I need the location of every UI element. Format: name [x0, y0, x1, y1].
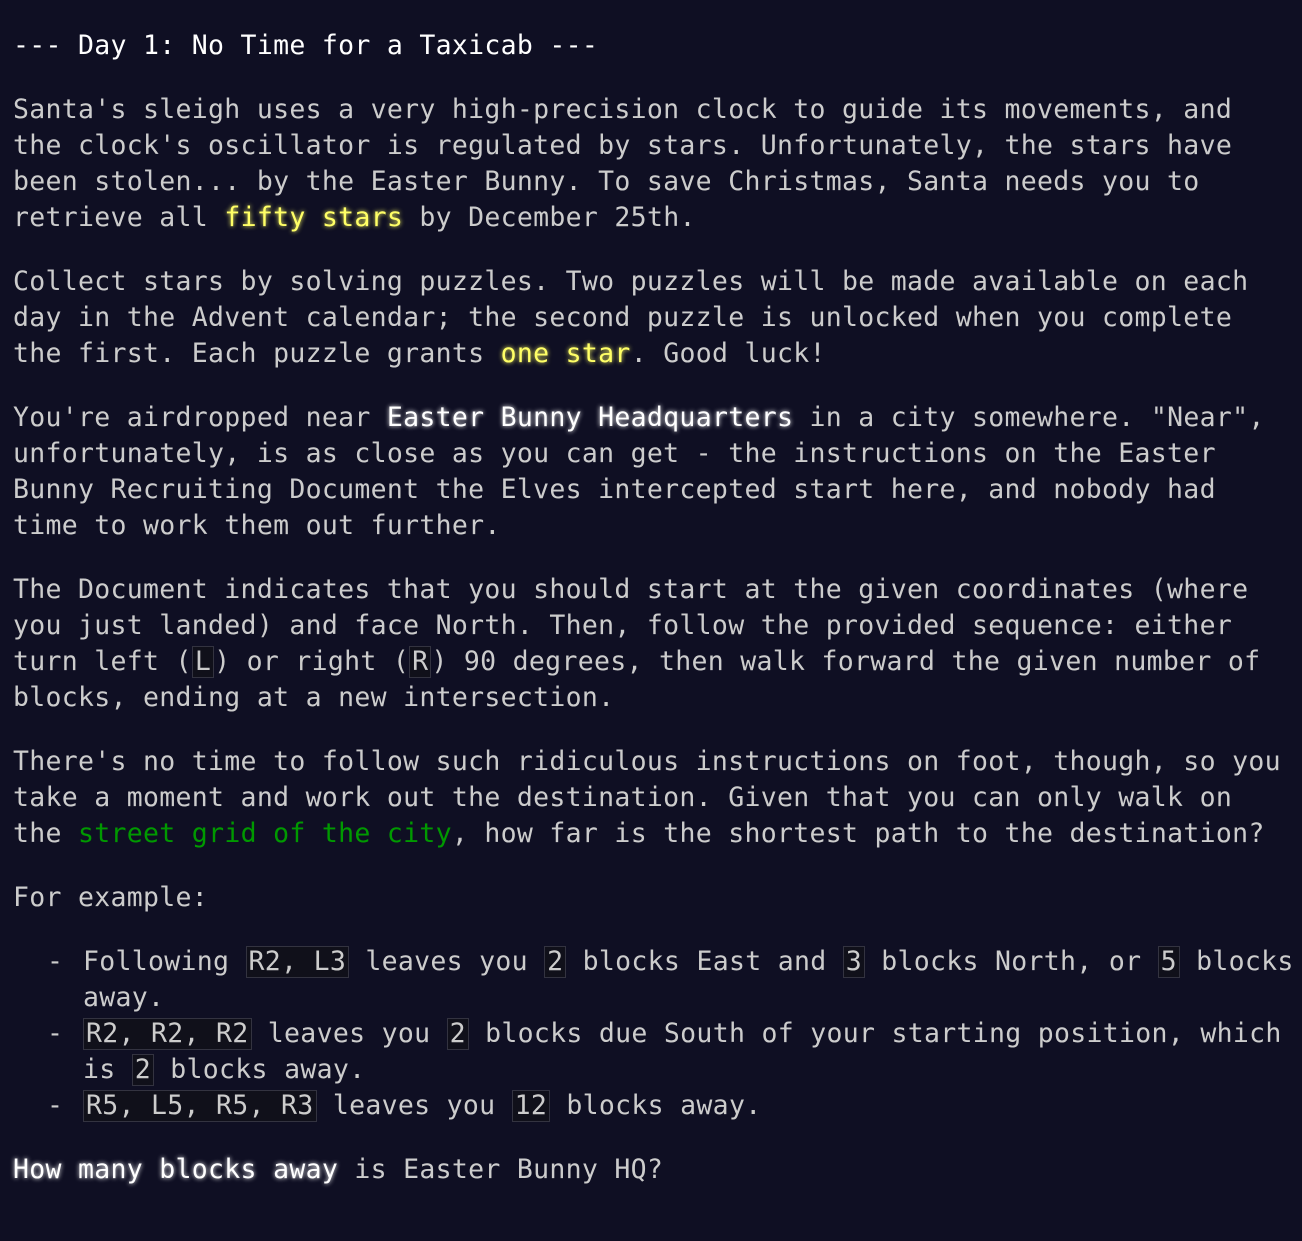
example-text: blocks away. [154, 1054, 366, 1085]
code-right-turn: R [409, 646, 432, 678]
rules-paragraph: Collect stars by solving puzzles. Two pu… [13, 264, 1297, 372]
puzzle-article: --- Day 1: No Time for a Taxicab --- San… [13, 28, 1297, 1216]
example-code: 2 [544, 946, 567, 978]
example-text: leaves you [349, 946, 545, 977]
example-code: 12 [511, 1090, 551, 1122]
example-intro: For example: [13, 882, 209, 913]
instructions-paragraph: The Document indicates that you should s… [13, 572, 1297, 716]
intro-paragraph: Santa's sleigh uses a very high-precisio… [13, 92, 1297, 236]
question-rest: is Easter Bunny HQ? [338, 1154, 664, 1185]
example-code: R5, L5, R5, R3 [83, 1090, 317, 1122]
rules-text-b: . Good luck! [630, 338, 826, 369]
code-left-turn: L [191, 646, 215, 678]
example-text: blocks North, or [865, 946, 1158, 977]
example-text: leaves you [251, 1018, 447, 1049]
list-item: - Following R2, L3 leaves you 2 blocks Ea… [47, 944, 1297, 1016]
example-code: 5 [1157, 946, 1180, 978]
list-item: - R5, L5, R5, R3 leaves you 12 blocks awa… [47, 1088, 1297, 1124]
example-text: Following [83, 946, 246, 977]
list-bullet: - [47, 946, 64, 977]
example-code: 2 [131, 1054, 155, 1086]
list-item: - R2, R2, R2 leaves you 2 blocks due Sout… [47, 1016, 1297, 1088]
example-code: 3 [842, 946, 865, 978]
final-question: How many blocks away is Easter Bunny HQ? [13, 1152, 1297, 1188]
street-grid-link[interactable]: street grid of the city [78, 818, 452, 849]
story-paragraph: You're airdropped near Easter Bunny Head… [13, 400, 1297, 544]
example-text: blocks East and [566, 946, 843, 977]
intro-text-b: by December 25th. [403, 202, 696, 233]
example-text: leaves you [316, 1090, 512, 1121]
story-text-a: You're airdropped near [13, 402, 387, 433]
example-code: R2, L3 [245, 946, 350, 978]
question-emphasis: How many blocks away [13, 1154, 339, 1185]
puzzle-title: --- Day 1: No Time for a Taxicab --- [13, 30, 599, 61]
example-code: R2, R2, R2 [83, 1018, 252, 1050]
instructions-text-b: ) or right ( [214, 646, 410, 677]
example-code: 2 [446, 1018, 469, 1050]
one-star-highlight: one star [500, 338, 631, 369]
fifty-stars-highlight: fifty stars [224, 202, 404, 233]
examples-list: - Following R2, L3 leaves you 2 blocks Ea… [13, 944, 1297, 1124]
example-text: blocks away. [550, 1090, 762, 1121]
list-bullet: - [47, 1090, 64, 1121]
headquarters-emphasis: Easter Bunny Headquarters [386, 402, 794, 433]
list-bullet: - [47, 1018, 64, 1049]
context-text-b: , how far is the shortest path to the de… [451, 818, 1265, 849]
question-context-paragraph: There's no time to follow such ridiculou… [13, 744, 1297, 852]
